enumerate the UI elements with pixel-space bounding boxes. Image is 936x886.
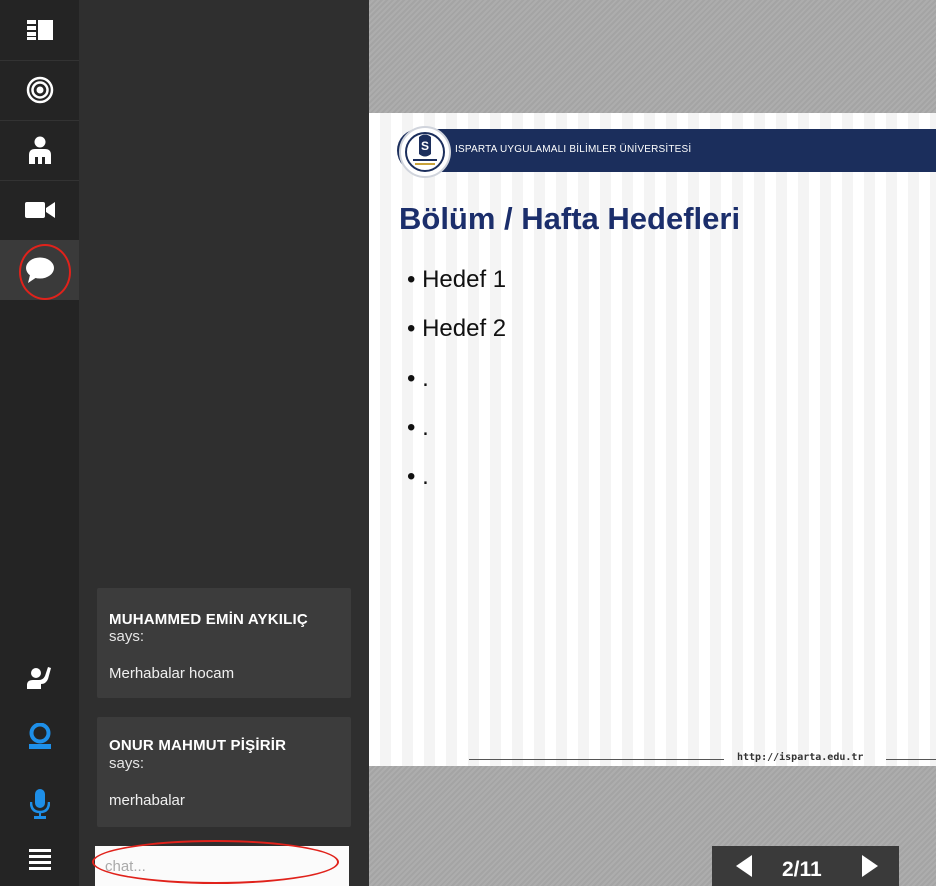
broadcast-icon [26,76,53,104]
slide-bullet: • . [407,463,429,490]
message-says: says: [109,628,145,645]
menu-icon [28,849,51,870]
participants-button[interactable] [0,120,79,181]
message-text: Merhabalar hocam [109,665,235,682]
presentation-stage: S ISPARTA UYGULAMALI BİLİMLER ÜNİVERSİTE… [369,0,936,886]
raise-hand-icon [26,667,51,689]
footer-divider [886,759,936,760]
chat-bubble-icon [25,257,54,283]
presentation-slide: S ISPARTA UYGULAMALI BİLİMLER ÜNİVERSİTE… [369,113,936,766]
slide-bullet: • Hedef 2 [407,315,507,342]
slide-footer-url: http://isparta.edu.tr [737,752,864,763]
icon-rail [0,0,79,886]
chat-message: ONUR MAHMUT PİŞİRİR says: merhabalar [97,717,351,827]
participants-icon [28,136,51,164]
layout-icon [26,20,53,40]
chat-input[interactable] [95,846,349,886]
chat-panel: MUHAMMED EMİN AYKILIÇ says: Merhabalar h… [79,0,369,886]
slide-bullet: • Hedef 1 [407,266,507,293]
webcam-button[interactable] [0,706,79,766]
chat-button[interactable] [0,240,79,300]
webcam-icon [28,723,51,749]
message-says: says: [109,755,145,772]
page-indicator: 2/11 [782,858,822,881]
video-button[interactable] [0,180,79,241]
banner-text: ISPARTA UYGULAMALI BİLİMLER ÜNİVERSİTESİ [455,144,692,155]
slide-bullet: • . [407,414,429,441]
microphone-button[interactable] [0,774,79,834]
message-text: merhabalar [109,792,185,809]
raise-hand-button[interactable] [0,646,79,706]
menu-button[interactable] [0,834,79,886]
microphone-icon [29,789,50,819]
layout-button[interactable] [0,0,79,61]
slide-title: Bölüm / Hafta Hedefleri [399,201,741,236]
chat-message: MUHAMMED EMİN AYKILIÇ says: Merhabalar h… [97,588,351,698]
broadcast-button[interactable] [0,60,79,121]
footer-divider [469,759,724,760]
message-author: MUHAMMED EMİN AYKILIÇ [109,611,308,628]
university-logo: S [399,126,451,178]
previous-slide-button[interactable] [736,855,752,877]
svg-text:S: S [421,139,429,153]
slide-bullet: • . [407,365,429,392]
slide-pager: 2/11 [712,846,899,886]
video-camera-icon [24,202,55,218]
message-author: ONUR MAHMUT PİŞİRİR [109,737,287,754]
next-slide-button[interactable] [862,855,878,877]
